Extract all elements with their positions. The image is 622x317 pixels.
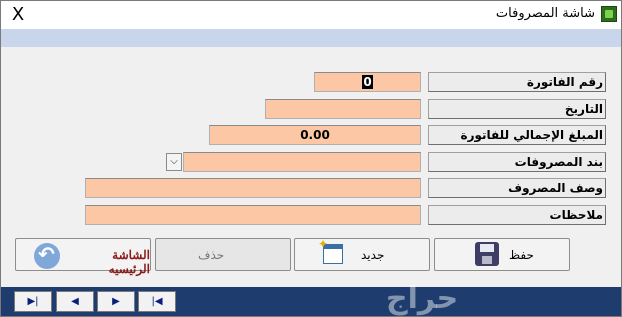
record-navigation-bar: ▶| ◀ ▶ |◀ [1, 287, 621, 316]
home-label: الشاشة الرئيسيه [108, 248, 150, 276]
total-amount-label: المبلغ الإجمالي للفاتورة [428, 125, 606, 145]
chevron-down-icon[interactable]: ⌵ [166, 153, 182, 171]
save-label: حفظ [509, 248, 534, 262]
home-button[interactable]: الشاشة الرئيسيه [15, 238, 151, 276]
new-label: جديد [361, 248, 385, 262]
expense-description-label: وصف المصروف [428, 178, 606, 198]
expense-item-select[interactable] [183, 152, 421, 172]
invoice-number-label: رقم الفاتورة [428, 72, 606, 92]
new-document-icon [318, 237, 343, 264]
app-icon [601, 6, 617, 22]
total-amount-field[interactable]: 0.00 [209, 125, 421, 145]
expenses-window: X شاشة المصروفات رقم الفاتورة 0 التاريخ … [0, 0, 622, 317]
close-button[interactable]: X [1, 1, 35, 29]
new-button[interactable]: جديد [294, 237, 430, 271]
expense-description-field[interactable] [85, 178, 421, 198]
notes-label: ملاحظات [428, 205, 606, 225]
date-label: التاريخ [428, 99, 606, 119]
window-title: شاشة المصروفات [495, 6, 595, 21]
expense-item-label: بند المصروفات [428, 152, 606, 172]
date-field[interactable] [265, 99, 421, 119]
invoice-number-field[interactable]: 0 [314, 72, 421, 92]
next-record-button[interactable]: ◀ [56, 291, 94, 312]
header-band [1, 29, 621, 47]
title-bar: X شاشة المصروفات [1, 1, 621, 29]
delete-button[interactable]: حذف [155, 238, 291, 271]
delete-label: حذف [198, 248, 225, 262]
invoice-number-value: 0 [362, 75, 373, 89]
back-arrow-icon [34, 242, 60, 269]
last-record-button[interactable]: ▶| [14, 291, 52, 312]
first-record-button[interactable]: |◀ [138, 291, 176, 312]
save-button[interactable]: حفظ [434, 238, 570, 271]
notes-field[interactable] [85, 205, 421, 225]
watermark: حراج [386, 281, 459, 316]
save-icon [475, 242, 499, 266]
previous-record-button[interactable]: ▶ [97, 291, 135, 312]
